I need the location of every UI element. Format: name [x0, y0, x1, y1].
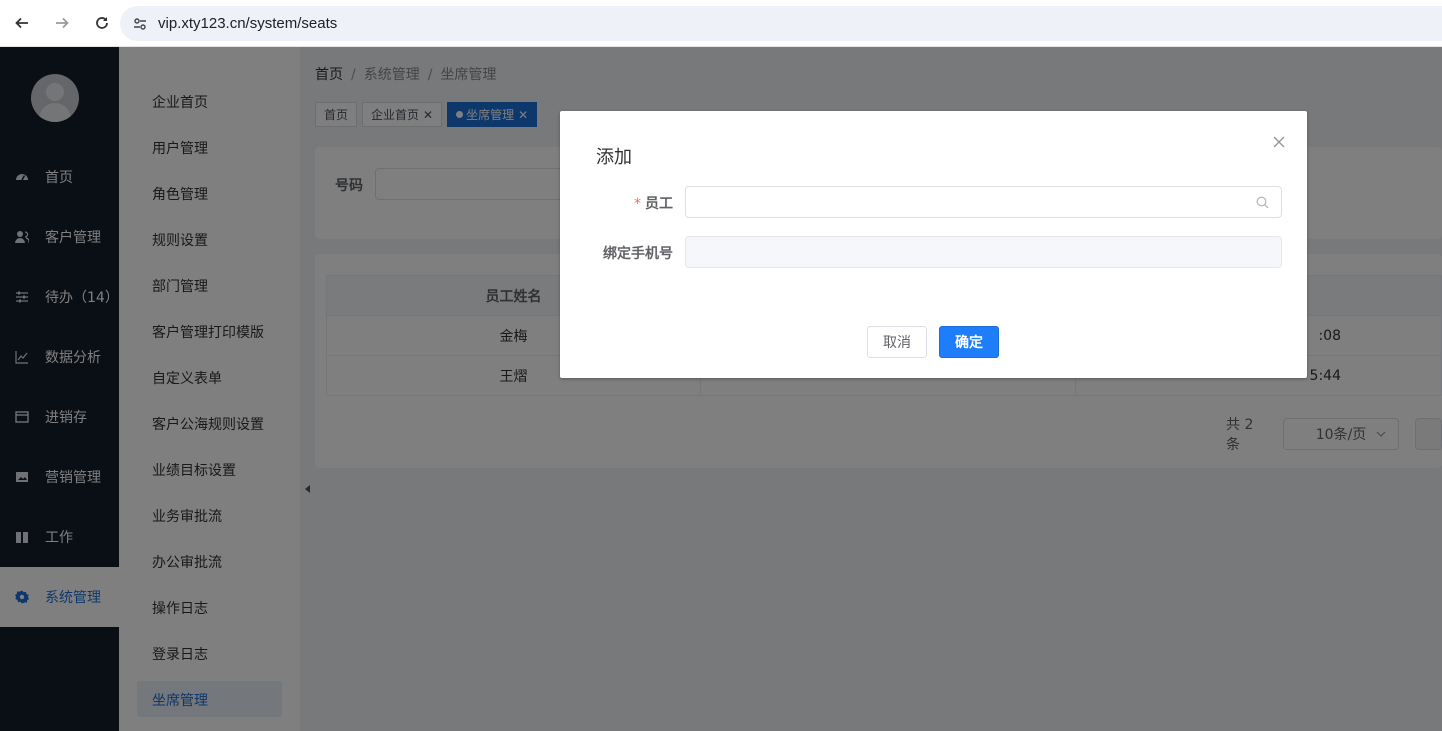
- site-settings-icon[interactable]: [132, 16, 148, 32]
- dialog-title: 添加: [596, 147, 632, 168]
- add-seat-dialog: 添加 * 员工 绑定手机号 取消 确定: [560, 111, 1307, 378]
- browser-toolbar: vip.xty123.cn/system/seats: [0, 0, 1442, 47]
- arrow-left-icon: [15, 17, 28, 29]
- search-icon: [1256, 196, 1269, 209]
- forward-button[interactable]: [44, 5, 80, 41]
- cancel-button[interactable]: 取消: [867, 326, 927, 358]
- employee-select[interactable]: [685, 186, 1282, 218]
- phone-field: [685, 236, 1282, 268]
- back-button[interactable]: [4, 5, 40, 41]
- reload-button[interactable]: [84, 5, 120, 41]
- url-text[interactable]: vip.xty123.cn/system/seats: [158, 15, 337, 32]
- confirm-button[interactable]: 确定: [939, 326, 999, 358]
- phone-label: 绑定手机号: [603, 246, 673, 262]
- reload-icon: [96, 17, 108, 29]
- arrow-right-icon: [56, 17, 69, 29]
- employee-label: * 员工: [634, 196, 673, 212]
- address-bar[interactable]: vip.xty123.cn/system/seats: [120, 6, 1442, 41]
- close-icon[interactable]: [1272, 135, 1286, 149]
- required-mark: *: [634, 196, 641, 212]
